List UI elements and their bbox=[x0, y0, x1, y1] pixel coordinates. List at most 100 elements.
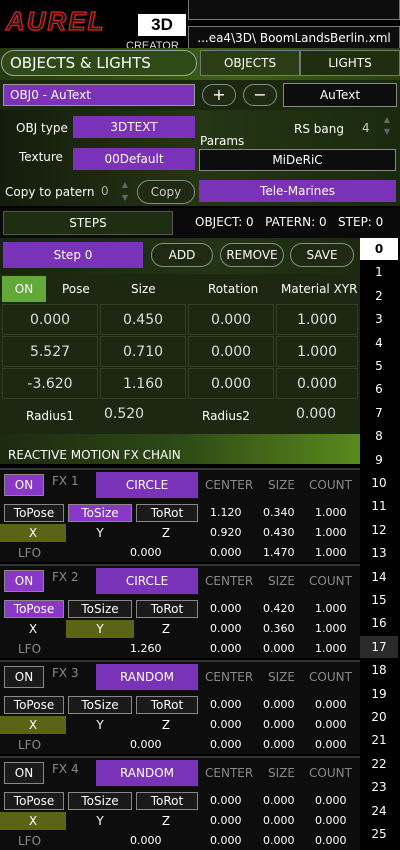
transform-cell[interactable]: 0.000 bbox=[188, 336, 274, 367]
step-index-item[interactable]: 9 bbox=[360, 449, 398, 471]
step-index-item[interactable]: 21 bbox=[360, 729, 398, 751]
transform-cell[interactable]: 0.000 bbox=[276, 368, 358, 399]
fx-value[interactable]: 0.000 bbox=[210, 546, 242, 559]
to-size-toggle[interactable]: ToSize bbox=[68, 504, 132, 522]
axis-y-toggle[interactable]: Y bbox=[66, 716, 134, 734]
transform-cell[interactable]: 1.160 bbox=[100, 368, 186, 399]
rs-bang-value[interactable]: 4 bbox=[362, 121, 370, 135]
fx-value[interactable]: 0.000 bbox=[210, 814, 242, 827]
step-index-item[interactable]: 10 bbox=[360, 472, 398, 494]
fx-type-select[interactable]: RANDOM bbox=[96, 664, 198, 690]
step-index-item[interactable]: 6 bbox=[360, 378, 398, 400]
remove-step-button[interactable]: REMOVE bbox=[220, 243, 284, 267]
copy-button[interactable]: Copy bbox=[137, 180, 195, 204]
step-index-item[interactable]: 13 bbox=[360, 542, 398, 564]
to-rot-toggle[interactable]: ToRot bbox=[136, 696, 198, 714]
transform-cell[interactable]: 0.000 bbox=[2, 304, 98, 335]
fx-value[interactable]: 0.420 bbox=[263, 602, 295, 615]
remove-object-button[interactable]: − bbox=[243, 84, 277, 106]
transform-on-toggle[interactable]: ON bbox=[2, 276, 46, 302]
texture-select[interactable]: 00Default bbox=[73, 148, 195, 170]
fx-on-toggle[interactable]: ON bbox=[4, 570, 44, 592]
top-field[interactable] bbox=[188, 0, 400, 20]
fx-value[interactable]: 1.120 bbox=[210, 506, 242, 519]
fx-type-select[interactable]: RANDOM bbox=[96, 760, 198, 786]
fx-value[interactable]: 1.000 bbox=[315, 506, 347, 519]
step-index-item[interactable]: 16 bbox=[360, 612, 398, 634]
fx-value[interactable]: 0.000 bbox=[210, 642, 242, 655]
radius2-value[interactable]: 0.000 bbox=[296, 406, 336, 422]
save-step-button[interactable]: SAVE bbox=[290, 243, 354, 267]
fx-value[interactable]: 0.430 bbox=[263, 526, 295, 539]
fx-value[interactable]: 0.000 bbox=[210, 794, 242, 807]
step-index-item[interactable]: 3 bbox=[360, 308, 398, 330]
fx-on-toggle[interactable]: ON bbox=[4, 474, 44, 496]
to-pose-toggle[interactable]: ToPose bbox=[4, 504, 64, 522]
step-index-item[interactable]: 2 bbox=[360, 285, 398, 307]
fx-value[interactable]: 0.000 bbox=[263, 698, 295, 711]
fx-value[interactable]: 0.000 bbox=[263, 738, 295, 751]
fx-type-select[interactable]: CIRCLE bbox=[96, 472, 198, 498]
fx-value[interactable]: 0.000 bbox=[263, 834, 295, 847]
fx-value[interactable]: 1.000 bbox=[315, 622, 347, 635]
fx-value[interactable]: 1.470 bbox=[263, 546, 295, 559]
fx-value[interactable]: 0.000 bbox=[263, 718, 295, 731]
step-index-item[interactable]: 19 bbox=[360, 683, 398, 705]
fx-value[interactable]: 0.000 bbox=[315, 718, 347, 731]
lfo-value[interactable]: 0.000 bbox=[130, 546, 162, 559]
lfo-value[interactable]: 0.000 bbox=[130, 738, 162, 751]
fx-value[interactable]: 1.000 bbox=[315, 526, 347, 539]
fx-value[interactable]: 0.000 bbox=[315, 794, 347, 807]
pattern-name-field[interactable]: Tele-Marines bbox=[199, 180, 396, 202]
add-object-button[interactable]: + bbox=[202, 84, 236, 106]
rs-bang-stepper-icon[interactable]: ▲ ▼ bbox=[380, 114, 394, 138]
copy-pattern-value[interactable]: 0 bbox=[101, 184, 109, 198]
fx-value[interactable]: 0.000 bbox=[315, 834, 347, 847]
object-name-field[interactable]: AuText bbox=[283, 83, 397, 107]
transform-cell[interactable]: 1.000 bbox=[276, 336, 358, 367]
fx-value[interactable]: 1.000 bbox=[315, 546, 347, 559]
fx-value[interactable]: 0.000 bbox=[210, 602, 242, 615]
fx-value[interactable]: 0.920 bbox=[210, 526, 242, 539]
fx-value[interactable]: 0.000 bbox=[210, 738, 242, 751]
fx-value[interactable]: 0.000 bbox=[263, 794, 295, 807]
step-index-item[interactable]: 11 bbox=[360, 495, 398, 517]
to-pose-toggle[interactable]: ToPose bbox=[4, 792, 64, 810]
to-rot-toggle[interactable]: ToRot bbox=[136, 504, 198, 522]
tab-objects[interactable]: OBJECTS bbox=[200, 50, 300, 76]
fx-value[interactable]: 0.000 bbox=[315, 698, 347, 711]
step-selector[interactable]: Step 0 bbox=[3, 242, 143, 268]
transform-cell[interactable]: 1.000 bbox=[276, 304, 358, 335]
fx-value[interactable]: 0.000 bbox=[210, 718, 242, 731]
copy-stepper-icon[interactable]: ▲ ▼ bbox=[118, 178, 132, 204]
to-rot-toggle[interactable]: ToRot bbox=[136, 792, 198, 810]
tab-lights[interactable]: LIGHTS bbox=[300, 50, 400, 76]
params-field[interactable]: MiDeRiC bbox=[199, 149, 396, 171]
fx-value[interactable]: 0.360 bbox=[263, 622, 295, 635]
step-index-item[interactable]: 17 bbox=[360, 635, 398, 658]
transform-cell[interactable]: 0.000 bbox=[188, 304, 274, 335]
step-index-item[interactable]: 24 bbox=[360, 800, 398, 822]
step-index-item[interactable]: 8 bbox=[360, 425, 398, 447]
axis-x-toggle[interactable]: X bbox=[0, 716, 66, 734]
axis-z-toggle[interactable]: Z bbox=[134, 524, 198, 542]
fx-value[interactable]: 0.000 bbox=[263, 814, 295, 827]
axis-x-toggle[interactable]: X bbox=[0, 812, 66, 830]
step-index-item[interactable]: 25 bbox=[360, 823, 398, 845]
to-size-toggle[interactable]: ToSize bbox=[68, 792, 132, 810]
axis-z-toggle[interactable]: Z bbox=[134, 620, 198, 638]
transform-cell[interactable]: 0.450 bbox=[100, 304, 186, 335]
step-index-item[interactable]: 1 bbox=[360, 261, 398, 283]
to-pose-toggle[interactable]: ToPose bbox=[4, 696, 64, 714]
axis-x-toggle[interactable]: X bbox=[0, 620, 66, 638]
axis-x-toggle[interactable]: X bbox=[0, 524, 66, 542]
step-index-item[interactable]: 20 bbox=[360, 706, 398, 728]
lfo-value[interactable]: 1.260 bbox=[130, 642, 162, 655]
to-pose-toggle[interactable]: ToPose bbox=[4, 600, 64, 618]
object-selector[interactable]: OBJ0 - AuText bbox=[3, 84, 195, 106]
transform-cell[interactable]: 0.710 bbox=[100, 336, 186, 367]
axis-y-toggle[interactable]: Y bbox=[66, 812, 134, 830]
step-index-item[interactable]: 4 bbox=[360, 332, 398, 354]
fx-value[interactable]: 0.000 bbox=[210, 698, 242, 711]
step-index-item[interactable]: 5 bbox=[360, 355, 398, 377]
